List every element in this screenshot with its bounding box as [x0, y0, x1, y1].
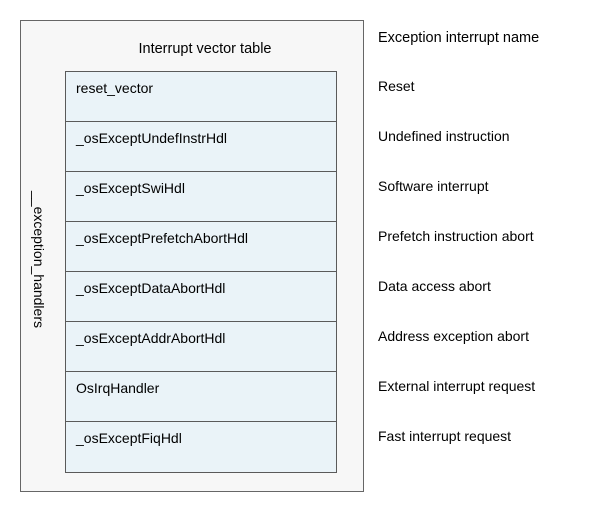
exception-name: Address exception abort [378, 316, 539, 366]
table-row: _osExceptSwiHdl [66, 172, 336, 222]
exception-name: Data access abort [378, 266, 539, 316]
exception-handlers-label: __exception_handlers [31, 191, 47, 328]
exception-name: Software interrupt [378, 166, 539, 216]
vector-table: reset_vector _osExceptUndefInstrHdl _osE… [65, 71, 337, 473]
table-row: _osExceptAddrAbortHdl [66, 322, 336, 372]
exception-name: Fast interrupt request [378, 416, 539, 466]
table-row: reset_vector [66, 72, 336, 122]
vector-table-title: Interrupt vector table [65, 35, 345, 71]
table-row: _osExceptPrefetchAbortHdl [66, 222, 336, 272]
table-row: _osExceptUndefInstrHdl [66, 122, 336, 172]
exception-name: Prefetch instruction abort [378, 216, 539, 266]
table-row: _osExceptFiqHdl [66, 422, 336, 472]
exception-names-column: Exception interrupt name Reset Undefined… [378, 20, 539, 466]
exception-name: Undefined instruction [378, 116, 539, 166]
column-header: Exception interrupt name [378, 30, 539, 66]
exception-name: External interrupt request [378, 366, 539, 416]
exception-handlers-box: __exception_handlers Interrupt vector ta… [20, 20, 364, 492]
table-row: _osExceptDataAbortHdl [66, 272, 336, 322]
exception-name: Reset [378, 66, 539, 116]
interrupt-vector-diagram: __exception_handlers Interrupt vector ta… [20, 20, 577, 492]
table-row: OsIrqHandler [66, 372, 336, 422]
